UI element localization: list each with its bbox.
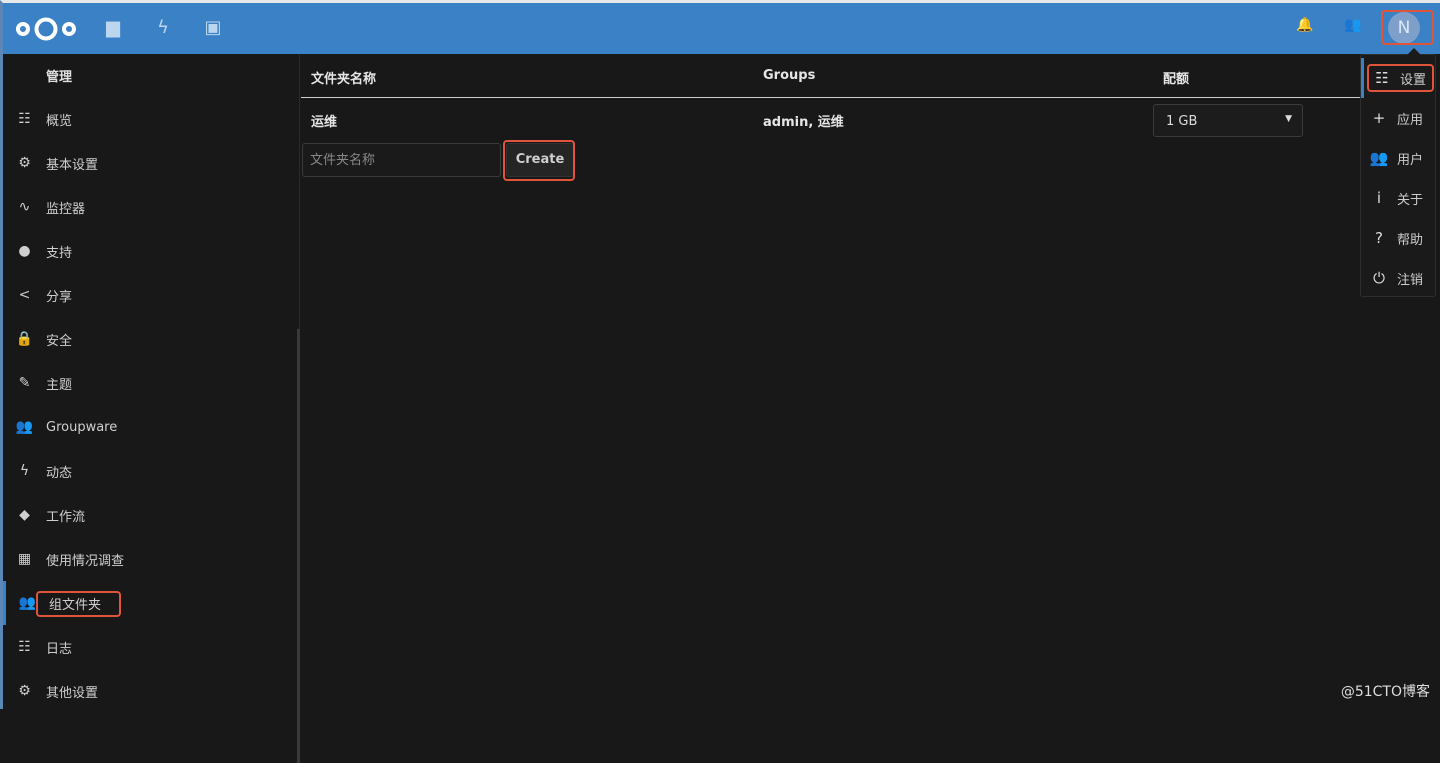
sidebar-item[interactable]: < 分享 xyxy=(3,273,300,317)
sidebar-item[interactable]: ● 支持 xyxy=(3,229,300,273)
column-header-folder: 文件夹名称 xyxy=(311,72,377,87)
sidebar-item-icon: ● xyxy=(18,243,31,259)
menu-item[interactable]: i 关于 xyxy=(1361,178,1437,218)
column-header-quota: 配额 xyxy=(1163,72,1190,87)
menu-item[interactable]: + 应用 xyxy=(1361,98,1437,138)
highlight-box xyxy=(1381,10,1434,45)
group-folders-panel: 文件夹名称 Groups 配额 运维 admin, 运维 1 GB▼ Creat… xyxy=(301,54,1440,709)
sidebar-item[interactable]: 🔒 安全 xyxy=(3,317,300,361)
gallery-icon[interactable]: ▣ xyxy=(201,17,225,41)
menu-item-icon: i xyxy=(1376,189,1382,207)
sidebar-item-label: 概览 xyxy=(46,113,73,129)
sidebar: 管理 ☷ 概览 ⚙ 基本设置 ∿ 监控器 ● 支持 < 分享 🔒 安全 ✎ 主题 👥 Groupware ϟ 动态… xyxy=(3,54,300,763)
menu-item-label: 应用 xyxy=(1397,112,1424,128)
contacts-icon[interactable]: 👥 xyxy=(1341,17,1365,41)
nextcloud-logo[interactable] xyxy=(15,16,77,42)
sidebar-item-label: 主题 xyxy=(46,377,73,393)
sidebar-item[interactable]: 👥 Groupware xyxy=(3,405,300,449)
quota-select[interactable]: 1 GB ▼ xyxy=(1153,104,1303,137)
sidebar-item[interactable]: ✎ 主题 xyxy=(3,361,300,405)
sidebar-item-icon: < xyxy=(18,287,31,303)
sidebar-item[interactable]: ▦ 使用情况调查 xyxy=(3,537,300,581)
notifications-icon[interactable]: 🔔 xyxy=(1293,17,1317,41)
sidebar-scrollbar[interactable] xyxy=(297,329,300,763)
sidebar-item-label: 基本设置 xyxy=(46,157,99,173)
sidebar-item[interactable]: ∿ 监控器 xyxy=(3,185,300,229)
menu-item[interactable]: ? 帮助 xyxy=(1361,218,1437,258)
sidebar-item[interactable]: ☷ 日志 xyxy=(3,625,300,669)
sidebar-item-label: 日志 xyxy=(46,641,73,657)
sidebar-item-icon: 👥 xyxy=(15,419,34,435)
sidebar-item-label: 工作流 xyxy=(46,509,86,525)
sidebar-item-icon: ✎ xyxy=(18,375,31,391)
menu-item-label: 用户 xyxy=(1397,152,1424,168)
sidebar-item-icon: ⚙ xyxy=(18,155,31,171)
menu-item-label: 注销 xyxy=(1397,272,1424,288)
sidebar-title: 管理 xyxy=(46,70,73,85)
menu-item-label: 帮助 xyxy=(1397,232,1424,248)
highlight-box xyxy=(1367,64,1434,92)
sidebar-item-label: 使用情况调查 xyxy=(46,553,125,569)
sidebar-item-label: 安全 xyxy=(46,333,73,349)
menu-item-icon: ⏻ xyxy=(1373,269,1385,287)
sidebar-item-icon: ⚙ xyxy=(18,683,31,699)
sidebar-item-icon: 🔒 xyxy=(15,331,34,347)
files-icon[interactable]: ▆ xyxy=(101,17,125,41)
chevron-down-icon: ▼ xyxy=(1285,114,1292,124)
menu-item-icon: + xyxy=(1372,109,1386,127)
sidebar-item[interactable]: ⚙ 其他设置 xyxy=(3,669,300,713)
sidebar-item-label: 支持 xyxy=(46,245,73,261)
sidebar-item-icon: ▦ xyxy=(17,551,32,567)
folder-name-input[interactable] xyxy=(302,143,501,177)
menu-item[interactable]: ⏻ 注销 xyxy=(1361,258,1437,298)
highlight-box xyxy=(503,140,575,181)
sidebar-item-label: 动态 xyxy=(46,465,73,481)
sidebar-item-icon: ∿ xyxy=(18,199,31,215)
sidebar-item[interactable]: ◆ 工作流 xyxy=(3,493,300,537)
sidebar-item[interactable]: ☷ 概览 xyxy=(3,97,300,141)
top-header: ▆ ϟ ▣ 🔔 👥 N xyxy=(3,3,1440,54)
menu-item-label: 关于 xyxy=(1397,192,1424,208)
sidebar-item-icon: ◆ xyxy=(19,507,30,523)
activity-icon[interactable]: ϟ xyxy=(151,17,175,41)
sidebar-item-icon: ☷ xyxy=(18,111,31,127)
folder-groups[interactable]: admin, 运维 xyxy=(763,111,844,130)
sidebar-item-label: Groupware xyxy=(46,419,118,435)
highlight-box xyxy=(36,591,121,617)
divider xyxy=(301,97,1363,98)
sidebar-item[interactable]: ϟ 动态 xyxy=(3,449,300,493)
settings-menu: ☷ 设置 + 应用 👥 用户 i 关于? 帮助 ⏻ 注销 xyxy=(1360,48,1437,298)
menu-item-icon: ? xyxy=(1375,229,1383,247)
watermark: @51CTO博客 xyxy=(1340,684,1430,700)
menu-item[interactable]: 👥 用户 xyxy=(1361,138,1437,178)
sidebar-item-icon: ϟ xyxy=(19,463,30,479)
sidebar-item[interactable]: ⚙ 基本设置 xyxy=(3,141,300,185)
quota-value: 1 GB xyxy=(1166,114,1198,129)
menu-item-icon: 👥 xyxy=(1369,149,1389,167)
sidebar-item-label: 其他设置 xyxy=(46,685,99,701)
folder-name[interactable]: 运维 xyxy=(311,111,337,130)
column-header-groups: Groups xyxy=(763,68,816,83)
sidebar-item-icon: ☷ xyxy=(18,639,31,655)
sidebar-item-label: 分享 xyxy=(46,289,73,305)
sidebar-item-label: 监控器 xyxy=(46,201,86,217)
